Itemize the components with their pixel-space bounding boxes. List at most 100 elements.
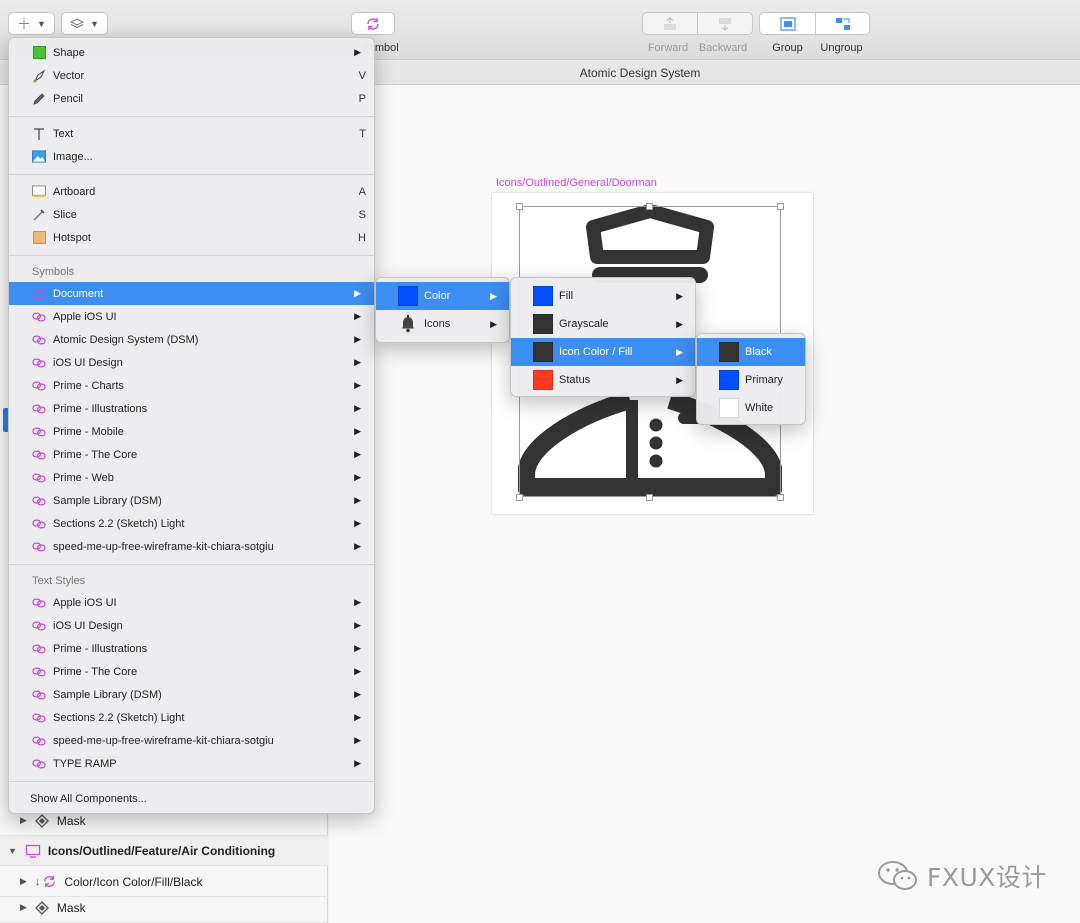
symbol-library-item[interactable]: Atomic Design System (DSM) ▶ <box>9 328 374 351</box>
menu-item-text[interactable]: Text T <box>9 122 374 145</box>
disclosure-triangle-icon[interactable]: ▶ <box>20 815 27 826</box>
chevron-down-icon: ▼ <box>90 18 99 29</box>
symbol-library-item[interactable]: Prime - Web ▶ <box>9 466 374 489</box>
symbol-library-item[interactable]: iOS UI Design ▶ <box>9 351 374 374</box>
symbol-library-item[interactable]: Prime - Charts ▶ <box>9 374 374 397</box>
backward-button[interactable] <box>697 12 753 35</box>
symbol-library-item[interactable]: Prime - Illustrations ▶ <box>9 397 374 420</box>
symbol-library-item[interactable]: Prime - Mobile ▶ <box>9 420 374 443</box>
resize-handle[interactable] <box>646 494 653 501</box>
layer-row[interactable]: ▶ Mask <box>0 893 328 923</box>
layer-name: Color/Icon Color/Fill/Black <box>64 874 203 889</box>
symbol-icon <box>44 875 56 888</box>
forward-button[interactable] <box>642 12 698 35</box>
resize-handle[interactable] <box>646 203 653 210</box>
hotspot-icon <box>32 231 46 245</box>
text-style-library-item[interactable]: Prime - Illustrations ▶ <box>9 637 374 660</box>
color-swatch <box>719 370 739 390</box>
submenu-arrow-icon: ▶ <box>354 689 361 699</box>
symbols-section-header: Symbols <box>32 266 75 278</box>
ungroup-label: Ungroup <box>820 42 863 54</box>
text-style-library-item[interactable]: speed-me-up-free-wireframe-kit-chiara-so… <box>9 729 374 752</box>
submenu-arrow-icon: ▶ <box>354 288 361 298</box>
submenu-arrow-icon: ▶ <box>354 495 361 505</box>
disclosure-triangle-icon[interactable]: ▶ <box>20 902 27 913</box>
menu-item-slice[interactable]: Slice S <box>9 203 374 226</box>
symbol-library-item[interactable]: Sections 2.2 (Sketch) Light ▶ <box>9 512 374 535</box>
text-style-library-item[interactable]: TYPE RAMP ▶ <box>9 752 374 775</box>
fill-submenu-item[interactable]: Primary <box>697 366 805 394</box>
disclosure-triangle-icon[interactable]: ▼ <box>8 846 17 856</box>
symbol-icon <box>367 17 379 30</box>
ungroup-button[interactable] <box>815 12 870 35</box>
submenu-arrow-icon: ▶ <box>676 290 683 301</box>
submenu-arrow-icon: ▶ <box>354 518 361 528</box>
symbol-library-item[interactable]: Document ▶ <box>9 282 374 305</box>
resize-handle[interactable] <box>777 494 784 501</box>
menu-item-vector[interactable]: Vector V <box>9 64 374 87</box>
submenu-arrow-icon: ▶ <box>676 318 683 329</box>
submenu-arrow-icon: ▶ <box>354 357 361 367</box>
color-submenu-item[interactable]: Status ▶ <box>511 366 695 394</box>
layer-row-artboard[interactable]: ▼ Icons/Outlined/Feature/Air Conditionin… <box>0 836 328 866</box>
layers-icon <box>70 17 85 28</box>
pencil-icon <box>32 92 46 106</box>
shape-icon <box>32 46 46 60</box>
icon-color-fill-submenu: Black Primary White <box>696 333 806 425</box>
symbol-library-item[interactable]: Prime - The Core ▶ <box>9 443 374 466</box>
text-style-library-item[interactable]: Apple iOS UI ▶ <box>9 591 374 614</box>
text-style-library-item[interactable]: Sample Library (DSM) ▶ <box>9 683 374 706</box>
text-style-library-item[interactable]: iOS UI Design ▶ <box>9 614 374 637</box>
group-label: Group <box>772 42 803 54</box>
layer-name: Mask <box>56 900 86 915</box>
submenu-item-color[interactable]: Color ▶ <box>376 282 509 310</box>
text-style-library-item[interactable]: Sections 2.2 (Sketch) Light ▶ <box>9 706 374 729</box>
fill-submenu-item[interactable]: White <box>697 394 805 422</box>
library-link-icon <box>32 619 46 633</box>
layers-button[interactable]: ▼ <box>61 12 108 35</box>
menu-item-image[interactable]: Image... <box>9 145 374 168</box>
menu-separator <box>9 781 374 782</box>
library-link-icon <box>32 356 46 370</box>
insert-button[interactable]: ＋ ▼ <box>8 12 55 35</box>
library-link-icon <box>32 734 46 748</box>
document-submenu: Color ▶ Icons ▶ <box>375 277 510 343</box>
submenu-arrow-icon: ▶ <box>676 374 683 385</box>
show-all-components-item[interactable]: Show All Components... <box>9 787 374 810</box>
artboard-label[interactable]: Icons/Outlined/General/Doorman <box>496 177 657 189</box>
library-link-icon <box>32 310 46 324</box>
symbol-library-item[interactable]: Sample Library (DSM) ▶ <box>9 489 374 512</box>
color-submenu-item[interactable]: Fill ▶ <box>511 282 695 310</box>
submenu-arrow-icon: ▶ <box>676 346 683 357</box>
plus-icon: ＋ <box>17 15 32 32</box>
symbol-library-item[interactable]: Apple iOS UI ▶ <box>9 305 374 328</box>
color-swatch <box>533 286 553 306</box>
library-link-icon <box>32 642 46 656</box>
menu-item-hotspot[interactable]: Hotspot H <box>9 226 374 249</box>
submenu-arrow-icon: ▶ <box>354 541 361 551</box>
text-style-library-item[interactable]: Prime - The Core ▶ <box>9 660 374 683</box>
library-link-icon <box>32 471 46 485</box>
library-link-icon <box>32 757 46 771</box>
group-button[interactable] <box>759 12 816 35</box>
menu-item-artboard[interactable]: Artboard A <box>9 180 374 203</box>
disclosure-triangle-icon[interactable]: ▶ <box>20 876 27 887</box>
color-submenu-item[interactable]: Icon Color / Fill ▶ <box>511 338 695 366</box>
resize-handle[interactable] <box>516 203 523 210</box>
create-symbol-button[interactable] <box>351 12 395 35</box>
color-submenu-item[interactable]: Grayscale ▶ <box>511 310 695 338</box>
symbol-library-item[interactable]: speed-me-up-free-wireframe-kit-chiara-so… <box>9 535 374 558</box>
group-icon <box>779 16 796 31</box>
resize-handle[interactable] <box>516 494 523 501</box>
fill-submenu-item[interactable]: Black <box>697 338 805 366</box>
submenu-arrow-icon: ▶ <box>354 472 361 482</box>
library-link-icon <box>32 517 46 531</box>
resize-handle[interactable] <box>777 203 784 210</box>
slice-icon <box>32 208 46 222</box>
menu-item-pencil[interactable]: Pencil P <box>9 87 374 110</box>
menu-separator <box>9 116 374 117</box>
ungroup-icon <box>835 17 850 30</box>
submenu-item-icons[interactable]: Icons ▶ <box>376 310 509 338</box>
menu-item-shape[interactable]: Shape ▶ <box>9 41 374 64</box>
bell-icon <box>398 313 418 336</box>
